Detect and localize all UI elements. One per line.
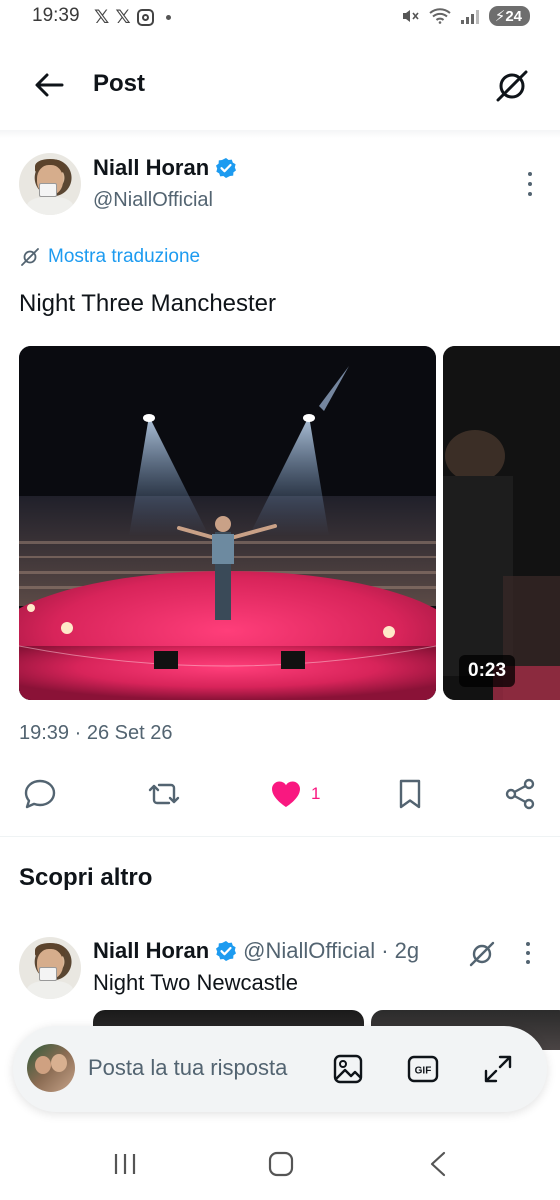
image-icon[interactable] xyxy=(332,1053,364,1085)
mute-icon xyxy=(402,10,419,22)
reply-input[interactable]: Posta la tua risposta xyxy=(88,1055,287,1081)
notification-dot-icon xyxy=(165,14,171,20)
post-actions: 1 xyxy=(0,770,560,820)
post-timestamp: 19:39 · 26 Set 26 xyxy=(19,722,173,744)
author-name-row[interactable]: Niall Horan xyxy=(93,155,237,181)
status-notification-icons: 𝕏 𝕏 xyxy=(94,6,171,28)
user-avatar xyxy=(27,1044,75,1092)
system-navigation-bar xyxy=(0,1124,560,1200)
x-icon: 𝕏 xyxy=(94,6,110,28)
concert-photo xyxy=(19,346,436,700)
more-options-icon[interactable] xyxy=(526,942,532,964)
top-header: Post xyxy=(0,56,560,116)
verified-badge-icon xyxy=(216,158,237,178)
header-divider xyxy=(0,130,560,138)
discover-author-name[interactable]: Niall Horan xyxy=(93,938,209,964)
video-duration-badge: 0:23 xyxy=(459,655,516,687)
translate-link[interactable]: Mostra traduzione xyxy=(20,246,200,268)
video-thumbnail xyxy=(443,346,560,700)
back-arrow-icon[interactable] xyxy=(32,68,66,102)
expand-icon[interactable] xyxy=(482,1053,514,1085)
wifi-icon xyxy=(429,8,451,24)
svg-text:GIF: GIF xyxy=(415,1066,432,1077)
author-name[interactable]: Niall Horan xyxy=(93,155,209,181)
grok-icon xyxy=(21,248,39,266)
section-divider xyxy=(0,836,560,837)
discover-author-handle[interactable]: @NiallOfficial · 2g xyxy=(243,938,419,964)
like-heart-icon[interactable] xyxy=(268,776,304,812)
more-options-icon[interactable] xyxy=(528,172,534,196)
battery-level: 24 xyxy=(505,8,522,25)
discover-avatar[interactable] xyxy=(19,937,81,999)
reply-icon[interactable] xyxy=(22,776,58,812)
x-icon: 𝕏 xyxy=(115,6,131,28)
verified-badge-icon xyxy=(216,941,237,961)
grok-icon[interactable] xyxy=(466,938,498,970)
reply-composer[interactable]: Posta la tua risposta GIF xyxy=(13,1026,547,1112)
share-icon[interactable] xyxy=(502,776,538,812)
discover-author-row[interactable]: Niall Horan @NiallOfficial · 2g xyxy=(93,938,419,964)
home-icon[interactable] xyxy=(266,1150,296,1178)
battery-icon: ⚡24 xyxy=(488,6,530,26)
back-nav-icon[interactable] xyxy=(424,1150,454,1178)
discover-more-title: Scopri altro xyxy=(19,864,153,891)
gif-icon[interactable]: GIF xyxy=(407,1053,439,1085)
post-video[interactable] xyxy=(443,346,560,700)
bookmark-icon[interactable] xyxy=(392,776,428,812)
instagram-icon xyxy=(136,8,154,26)
post-text: Night Three Manchester xyxy=(19,290,277,317)
status-system-icons: ⚡24 xyxy=(401,6,530,26)
page-title: Post xyxy=(93,70,146,97)
status-time: 19:39 xyxy=(32,5,80,26)
recent-apps-icon[interactable] xyxy=(110,1150,140,1178)
post-photo[interactable] xyxy=(19,346,436,700)
signal-icon xyxy=(460,9,479,24)
status-bar: 19:39 𝕏 𝕏 ⚡24 xyxy=(0,0,560,34)
translate-label[interactable]: Mostra traduzione xyxy=(48,246,200,268)
author-handle[interactable]: @NiallOfficial xyxy=(93,189,213,212)
discover-post-text: Night Two Newcastle xyxy=(93,970,299,995)
repost-icon[interactable] xyxy=(146,776,182,812)
grok-icon[interactable] xyxy=(492,66,532,106)
like-count: 1 xyxy=(311,784,321,803)
avatar[interactable] xyxy=(19,153,81,215)
